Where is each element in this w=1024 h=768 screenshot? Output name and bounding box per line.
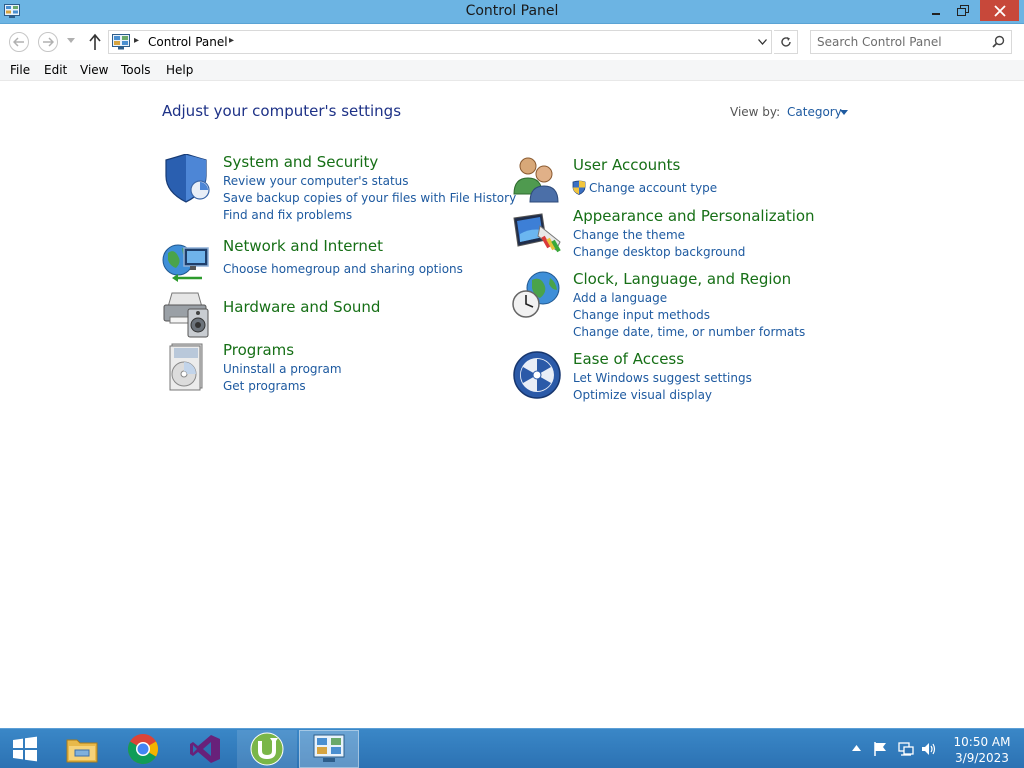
view-by-label: View by: bbox=[730, 105, 781, 119]
address-bar[interactable]: ▸ Control Panel ▸ bbox=[108, 30, 772, 54]
link-windows-suggest-settings[interactable]: Let Windows suggest settings bbox=[573, 371, 752, 385]
taskbar-clock[interactable]: 10:50 AM 3/9/2023 bbox=[946, 734, 1018, 766]
taskbar-visual-studio[interactable] bbox=[175, 730, 235, 768]
link-homegroup-sharing[interactable]: Choose homegroup and sharing options bbox=[223, 262, 463, 276]
search-icon[interactable] bbox=[992, 35, 1005, 48]
arrow-right-icon bbox=[43, 37, 54, 47]
visual-studio-icon bbox=[190, 735, 220, 763]
ease-of-access-icon[interactable] bbox=[512, 350, 562, 400]
menu-bar: File Edit View Tools Help bbox=[0, 60, 1024, 81]
category-network-and-internet[interactable]: Network and Internet bbox=[223, 237, 383, 255]
chrome-icon bbox=[127, 734, 159, 765]
link-file-history-backup[interactable]: Save backup copies of your files with Fi… bbox=[223, 191, 516, 205]
volume-icon[interactable] bbox=[921, 741, 937, 757]
menu-tools[interactable]: Tools bbox=[121, 63, 151, 77]
restore-button[interactable] bbox=[950, 0, 976, 21]
minimize-icon bbox=[932, 12, 940, 15]
utorrent-icon bbox=[250, 732, 284, 766]
clock-globe-icon[interactable] bbox=[512, 270, 562, 320]
taskbar-file-explorer[interactable] bbox=[52, 730, 112, 768]
close-icon bbox=[993, 4, 1006, 17]
link-get-programs[interactable]: Get programs bbox=[223, 379, 306, 393]
category-appearance-and-personalization[interactable]: Appearance and Personalization bbox=[573, 207, 815, 225]
file-explorer-icon bbox=[66, 739, 98, 763]
programs-disc-icon[interactable] bbox=[162, 342, 212, 392]
printer-speaker-icon[interactable] bbox=[162, 289, 212, 339]
menu-view[interactable]: View bbox=[80, 63, 108, 77]
forward-button[interactable] bbox=[38, 32, 58, 52]
breadcrumb-separator-icon[interactable]: ▸ bbox=[134, 35, 139, 46]
show-hidden-icons-icon[interactable] bbox=[852, 745, 861, 751]
clock-time: 10:50 AM bbox=[953, 735, 1011, 749]
link-add-language[interactable]: Add a language bbox=[573, 291, 667, 305]
link-optimize-visual-display[interactable]: Optimize visual display bbox=[573, 388, 712, 402]
taskbar-chrome[interactable] bbox=[113, 730, 173, 768]
start-button[interactable] bbox=[0, 730, 50, 768]
link-uninstall-program[interactable]: Uninstall a program bbox=[223, 362, 342, 376]
breadcrumb-control-panel[interactable]: Control Panel bbox=[148, 35, 228, 49]
title-bar: Control Panel bbox=[0, 0, 1024, 24]
address-row: ▸ Control Panel ▸ bbox=[0, 25, 1024, 59]
close-button[interactable] bbox=[980, 0, 1019, 21]
network-globe-icon[interactable] bbox=[162, 238, 212, 288]
view-by-caret-icon[interactable] bbox=[840, 110, 848, 115]
start-icon bbox=[13, 736, 37, 762]
search-input[interactable] bbox=[817, 34, 987, 50]
category-hardware-and-sound[interactable]: Hardware and Sound bbox=[223, 298, 380, 316]
link-change-account-type[interactable]: Change account type bbox=[589, 181, 717, 195]
menu-file[interactable]: File bbox=[10, 63, 30, 77]
link-find-and-fix-problems[interactable]: Find and fix problems bbox=[223, 208, 352, 222]
breadcrumb-separator-icon[interactable]: ▸ bbox=[229, 35, 234, 46]
taskbar: 10:50 AM 3/9/2023 bbox=[0, 728, 1024, 768]
uac-shield-icon bbox=[572, 180, 586, 195]
clock-date: 3/9/2023 bbox=[955, 751, 1009, 765]
link-change-date-time-formats[interactable]: Change date, time, or number formats bbox=[573, 325, 805, 339]
refresh-button[interactable] bbox=[774, 30, 798, 54]
monitor-palette-icon[interactable] bbox=[512, 212, 562, 262]
control-panel-icon bbox=[112, 34, 130, 50]
back-button[interactable] bbox=[9, 32, 29, 52]
link-change-input-methods[interactable]: Change input methods bbox=[573, 308, 710, 322]
up-arrow-icon[interactable] bbox=[87, 33, 103, 51]
view-by-dropdown[interactable]: Category bbox=[787, 105, 842, 119]
link-review-computer-status[interactable]: Review your computer's status bbox=[223, 174, 409, 188]
category-ease-of-access[interactable]: Ease of Access bbox=[573, 350, 684, 368]
category-user-accounts[interactable]: User Accounts bbox=[573, 156, 680, 174]
minimize-button[interactable] bbox=[922, 0, 950, 21]
search-box[interactable] bbox=[810, 30, 1012, 54]
users-icon[interactable] bbox=[512, 154, 562, 204]
menu-edit[interactable]: Edit bbox=[44, 63, 67, 77]
category-clock-language-region[interactable]: Clock, Language, and Region bbox=[573, 270, 791, 288]
address-history-chevron-icon[interactable] bbox=[758, 39, 767, 45]
menu-help[interactable]: Help bbox=[166, 63, 193, 77]
refresh-icon bbox=[780, 37, 791, 47]
arrow-left-icon bbox=[13, 37, 24, 47]
taskbar-utorrent[interactable] bbox=[237, 730, 297, 768]
category-system-and-security[interactable]: System and Security bbox=[223, 153, 378, 171]
shield-icon[interactable] bbox=[162, 154, 212, 204]
link-change-desktop-background[interactable]: Change desktop background bbox=[573, 245, 745, 259]
control-panel-icon bbox=[313, 734, 345, 762]
category-programs[interactable]: Programs bbox=[223, 341, 294, 359]
action-center-flag-icon[interactable] bbox=[873, 741, 889, 757]
network-icon[interactable] bbox=[898, 741, 914, 757]
recent-locations-chevron-icon[interactable] bbox=[67, 38, 75, 43]
window-title: Control Panel bbox=[465, 3, 559, 19]
link-change-theme[interactable]: Change the theme bbox=[573, 228, 685, 242]
page-heading: Adjust your computer's settings bbox=[162, 102, 402, 120]
taskbar-control-panel[interactable] bbox=[299, 730, 359, 768]
restore-icon bbox=[957, 4, 969, 16]
